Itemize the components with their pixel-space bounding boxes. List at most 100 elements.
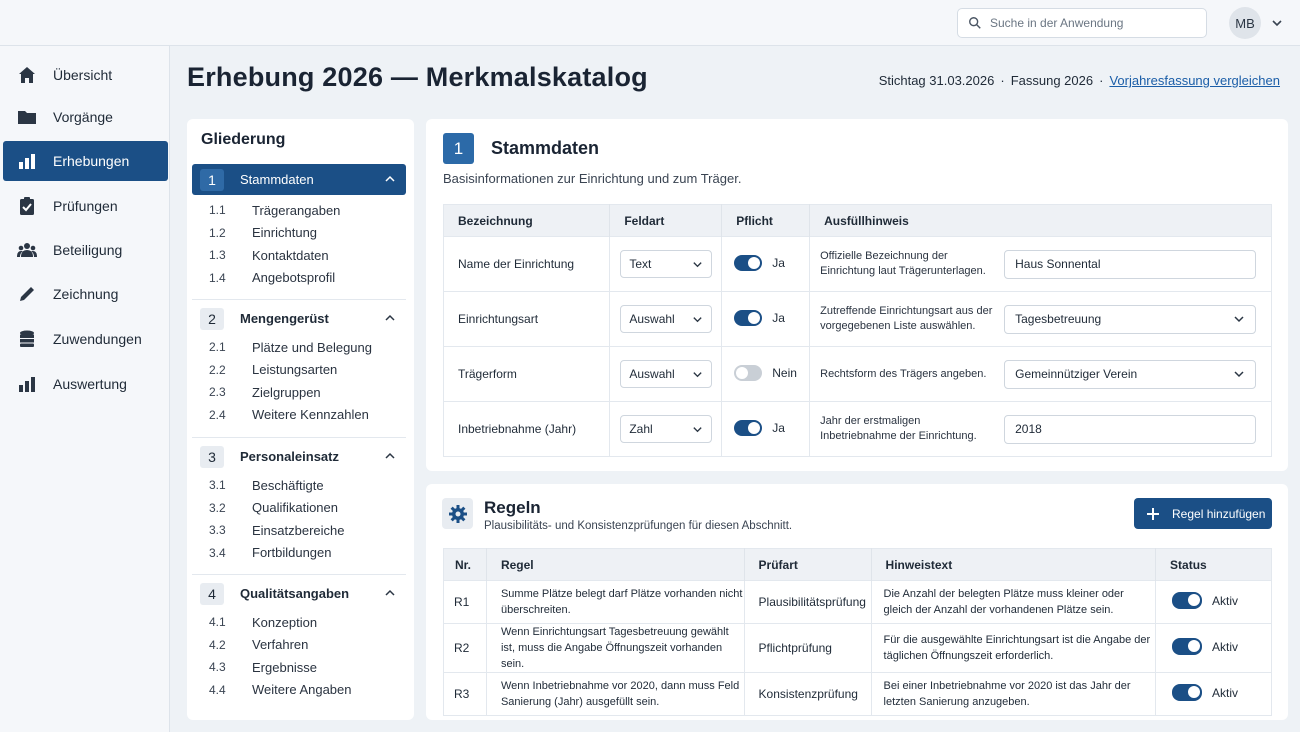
sidebar-item-auswertung[interactable]: Auswertung <box>3 364 168 404</box>
item-label: Angebotsprofil <box>252 270 336 286</box>
required-toggle[interactable] <box>734 254 763 271</box>
value-select[interactable]: Gemeinnütziger Verein <box>1004 359 1257 389</box>
outline-item[interactable]: 4.3 Ergebnisse <box>192 656 406 679</box>
item-number: 1.2 <box>209 225 226 240</box>
sidebar-item-label: Erhebungen <box>53 153 130 169</box>
people-icon <box>17 243 37 257</box>
table-row: R1 Summe Plätze belegt darf Plätze vorha… <box>443 580 1272 624</box>
outline-item[interactable]: 4.2 Verfahren <box>192 634 406 657</box>
outline-item[interactable]: 3.4 Fortbildungen <box>192 542 406 565</box>
outline-group: 1 Stammdaten 1.1 Trägerangaben 1.2 Einrich… <box>192 164 406 289</box>
compare-link[interactable]: Vorjahresfassung vergleichen <box>1109 73 1280 88</box>
item-number: 2.2 <box>209 362 226 377</box>
sidebar-item-beteiligung[interactable]: Beteiligung <box>3 230 168 270</box>
status-toggle[interactable] <box>1172 684 1203 701</box>
select-value: Gemeinnütziger Verein <box>1015 367 1138 381</box>
plus-icon <box>1147 507 1159 520</box>
sidebar-item-label: Zuwendungen <box>53 331 142 347</box>
outline-item[interactable]: 2.2 Leistungsarten <box>192 359 406 382</box>
value-select[interactable]: Tagesbetreuung <box>1004 304 1257 334</box>
outline-section-personaleinsatz[interactable]: 3 Personaleinsatz <box>192 441 406 472</box>
search-input[interactable] <box>990 16 1190 30</box>
outline-section-mengengeruest[interactable]: 2 Mengengerüst <box>192 303 406 334</box>
field-type-select[interactable]: Auswahl <box>620 305 713 333</box>
outline-item[interactable]: 2.4 Weitere Kennzahlen <box>192 404 406 427</box>
required-toggle[interactable] <box>734 419 763 436</box>
divider <box>192 437 406 438</box>
sidebar-item-label: Zeichnung <box>53 286 119 302</box>
status-toggle[interactable] <box>1172 638 1203 655</box>
column-header: Pflicht <box>721 204 811 237</box>
item-number: 2.3 <box>209 385 226 400</box>
chevron-up-icon[interactable] <box>384 450 396 462</box>
outline-item[interactable]: 3.2 Qualifikationen <box>192 497 406 520</box>
sidebar-item-uebersicht[interactable]: Übersicht <box>3 55 168 95</box>
value-input[interactable]: 2018 <box>1004 414 1257 444</box>
outline-item[interactable]: 3.3 Einsatzbereiche <box>192 519 406 542</box>
column-header: Regel <box>486 548 745 581</box>
column-header: Status <box>1155 548 1272 581</box>
outline-item[interactable]: 4.1 Konzeption <box>192 611 406 634</box>
chevron-up-icon[interactable] <box>384 173 396 185</box>
rule-number: R1 <box>443 580 487 624</box>
value-input[interactable]: Haus Sonnental <box>1004 249 1257 279</box>
chevron-up-icon[interactable] <box>384 312 396 324</box>
outline-item[interactable]: 1.1 Trägerangaben <box>192 199 406 222</box>
section-number-badge: 1 <box>443 133 474 164</box>
table-row: R3 Wenn Inbetriebnahme vor 2020, dann mu… <box>443 672 1272 716</box>
outline-section-qualitaetsangaben[interactable]: 4 Qualitätsangaben <box>192 578 406 609</box>
item-number: 3.3 <box>209 523 226 538</box>
outline-item[interactable]: 2.1 Plätze und Belegung <box>192 336 406 359</box>
item-label: Weitere Angaben <box>252 682 352 698</box>
field-type-select[interactable]: Zahl <box>620 415 713 443</box>
field-type-select[interactable]: Text <box>620 250 713 278</box>
sidebar-item-erhebungen[interactable]: Erhebungen <box>3 141 168 181</box>
search-box[interactable] <box>957 8 1207 38</box>
select-value: Text <box>629 257 652 271</box>
outline-item[interactable]: 3.1 Beschäftigte <box>192 474 406 497</box>
item-number: 2.4 <box>209 407 226 422</box>
outline-item[interactable]: 4.4 Weitere Angaben <box>192 679 406 702</box>
sidebar-item-vorgaenge[interactable]: Vorgänge <box>3 97 168 137</box>
rule-kind: Konsistenzprüfung <box>744 672 872 716</box>
required-toggle[interactable] <box>734 364 763 381</box>
outline-item[interactable]: 1.2 Einrichtung <box>192 222 406 245</box>
item-number: 4.4 <box>209 682 226 697</box>
bar-chart-icon <box>19 154 35 169</box>
sidebar: Übersicht Vorgänge Erhebungen Prüfungen … <box>0 46 170 732</box>
fill-hint: Rechtsform des Trägers angeben. <box>820 367 987 380</box>
chevron-down-icon[interactable] <box>1270 16 1284 30</box>
table-row: R2 Wenn Einrichtungsart Tagesbetreuung g… <box>443 623 1272 673</box>
chevron-down-icon <box>693 316 702 322</box>
item-number: 1.1 <box>209 203 226 218</box>
outline-section-stammdaten[interactable]: 1 Stammdaten <box>192 164 406 195</box>
add-rule-button[interactable]: Regel hinzufügen <box>1134 498 1272 529</box>
field-type-select[interactable]: Auswahl <box>620 360 713 388</box>
sidebar-item-zeichnung[interactable]: Zeichnung <box>3 274 168 314</box>
sidebar-item-label: Übersicht <box>53 67 113 83</box>
rule-hint: Für die ausgewählte Einrichtungsart ist … <box>871 623 1157 673</box>
item-number: 4.3 <box>209 660 226 675</box>
required-toggle[interactable] <box>734 309 763 326</box>
sidebar-item-pruefungen[interactable]: Prüfungen <box>3 186 168 226</box>
outline-item[interactable]: 2.3 Zielgruppen <box>192 381 406 404</box>
status-toggle[interactable] <box>1172 592 1203 609</box>
chevron-up-icon[interactable] <box>384 587 396 599</box>
outline-item[interactable]: 1.4 Angebotsprofil <box>192 267 406 290</box>
rules-title: Regeln <box>484 498 541 517</box>
avatar[interactable]: MB <box>1229 7 1261 39</box>
select-value: Tagesbetreuung <box>1015 312 1102 326</box>
sidebar-item-zuwendungen[interactable]: Zuwendungen <box>3 319 168 359</box>
item-number: 4.2 <box>209 637 226 652</box>
section-number: 3 <box>200 445 224 468</box>
fill-hint: Offizielle Bezeichnung der Einrichtung l… <box>820 250 986 277</box>
field-name: Name der Einrichtung <box>443 236 611 292</box>
rules-subtitle: Plausibilitäts- und Konsistenzprüfungen … <box>484 520 793 532</box>
column-header: Bezeichnung <box>443 204 611 237</box>
outline-item[interactable]: 1.3 Kontaktdaten <box>192 244 406 267</box>
item-number: 1.4 <box>209 270 226 285</box>
rule-text: Summe Plätze belegt darf Plätze vorhande… <box>486 580 745 624</box>
fassung: Fassung 2026 <box>1010 73 1094 88</box>
outline-group: 3 Personaleinsatz 3.1 Beschäftigte 3.2 Qua… <box>192 441 406 564</box>
section-title: Stammdaten <box>240 172 314 187</box>
